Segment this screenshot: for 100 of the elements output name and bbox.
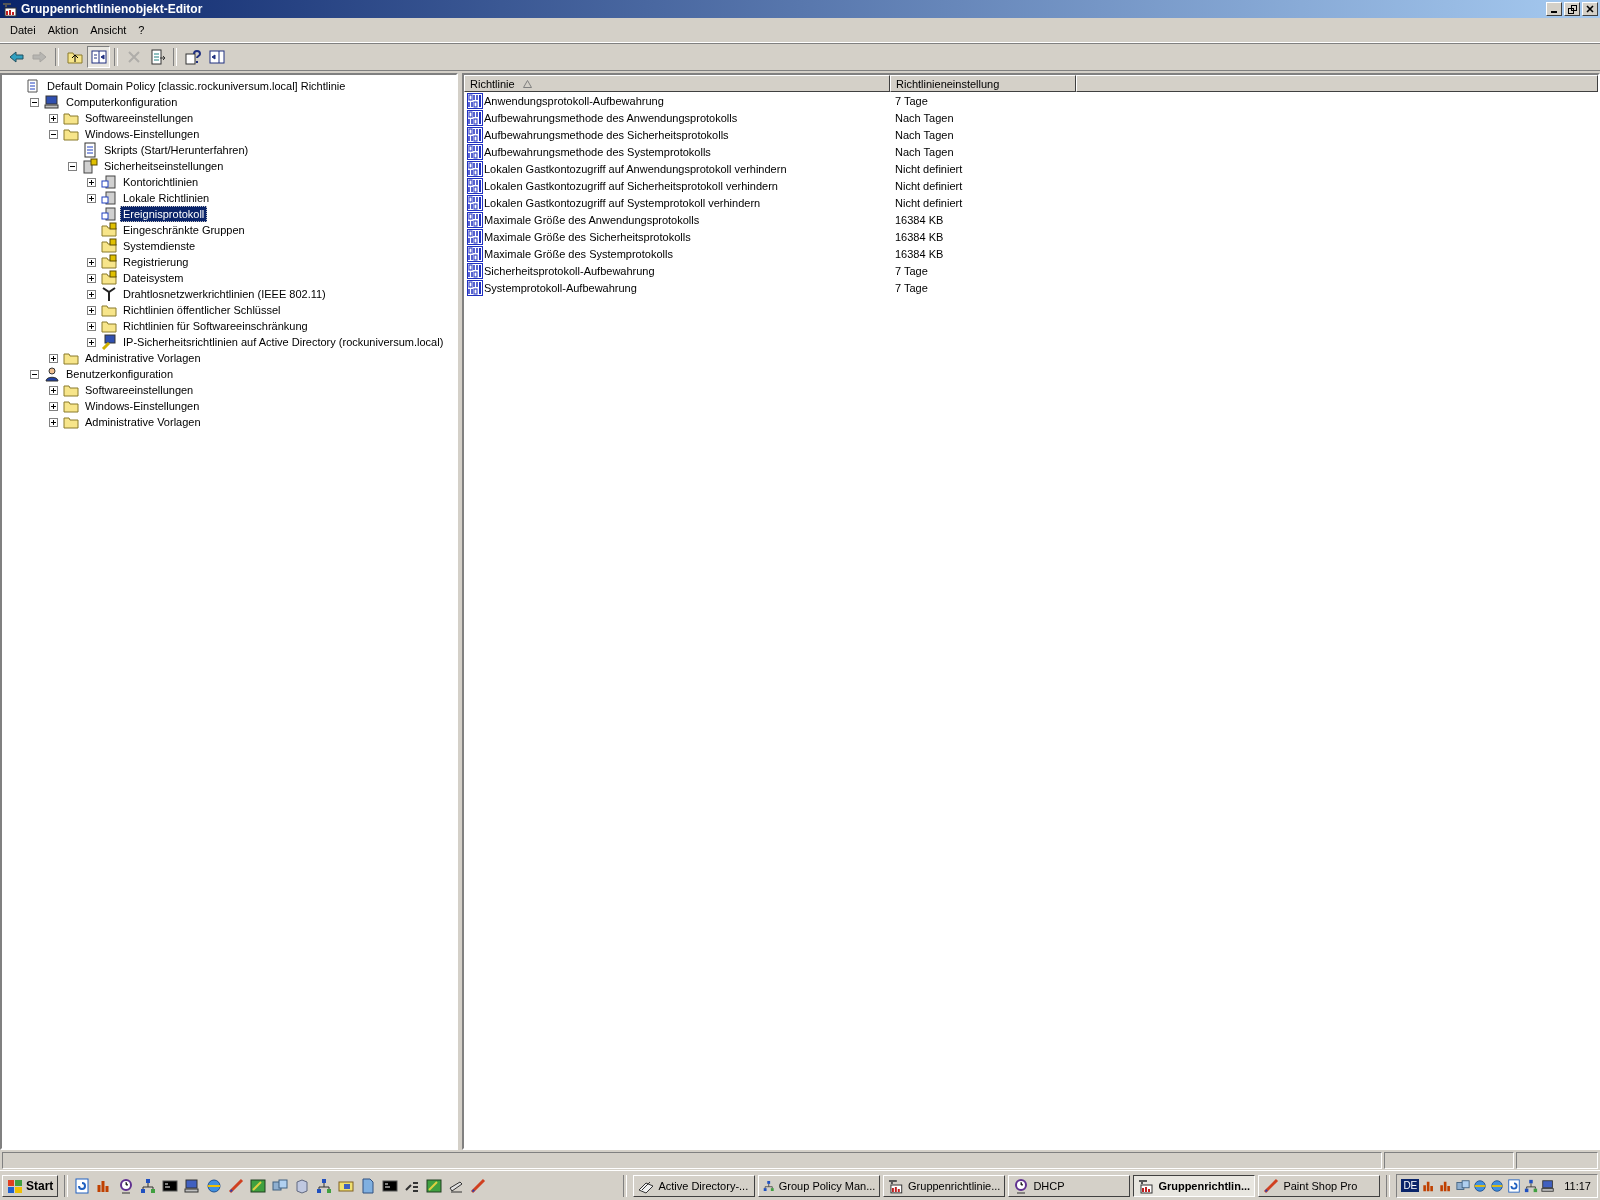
computer-icon[interactable] [184,1177,201,1194]
brush-icon[interactable] [228,1177,245,1194]
expand-box[interactable] [87,337,96,347]
policy-name[interactable]: Aufbewahrungsmethode des Anwendungsprotokolls [484,111,738,124]
console-icon[interactable] [162,1177,179,1194]
expand-box[interactable] [87,321,96,331]
column-header[interactable]: Richtlinie [464,75,890,92]
network-icon[interactable] [1524,1178,1539,1193]
scroll-icon [25,78,41,94]
minimize-button[interactable] [1546,2,1562,16]
document-icon[interactable] [360,1177,377,1194]
close-icon [1586,5,1594,13]
expand-box[interactable] [49,353,58,363]
server-lock-icon [82,158,98,174]
expand-box[interactable] [49,417,58,427]
menu-item[interactable]: Datei [4,22,42,38]
policy-name[interactable]: Sicherheitsprotokoll-Aufbewahrung [484,264,655,277]
clock: 11:17 [1564,1179,1591,1192]
close-button[interactable] [1582,2,1598,16]
policy-name[interactable]: Aufbewahrungsmethode des Systemprotokolls [484,145,711,158]
collapse-box[interactable] [68,161,77,171]
antenna-icon [101,286,117,302]
expand-box[interactable] [87,289,96,299]
binary-policy-icon [467,143,483,160]
globe-icon[interactable] [1473,1178,1488,1193]
tree-item[interactable]: Lokale Richtlinien [120,190,213,206]
column-header[interactable]: Richtlinieneinstellung [890,75,1076,92]
start-button[interactable]: Start [2,1174,59,1197]
tree-item[interactable]: Richtlinien für Softwareeinschränkung [120,318,311,334]
menu-item[interactable]: ? [132,22,151,38]
expand-box[interactable] [87,177,96,187]
console-icon[interactable] [382,1177,399,1194]
expand-box[interactable] [49,385,58,395]
tree-item[interactable]: Windows-Einstellungen [82,126,203,142]
tree-item[interactable]: Richtlinien öffentlicher Schlüssel [120,302,284,318]
tree-item[interactable]: Systemdienste [120,238,199,254]
tree-item[interactable]: Softwareeinstellungen [82,110,197,126]
expand-box[interactable] [87,273,96,283]
refresh-icon[interactable] [1507,1178,1522,1193]
globe-icon[interactable] [206,1177,223,1194]
policy-name[interactable]: Lokalen Gastkontozugriff auf Systemprotokoll verhindern [484,196,761,209]
expand-box[interactable] [49,401,58,411]
taskbar-button[interactable]: Paint Shop Pro [1258,1174,1381,1197]
expand-box[interactable] [87,193,96,203]
tree-item[interactable]: Default Domain Policy [classic.rockuniversum.local] Richtlinie [44,78,349,94]
split-pane-icon [90,49,107,65]
tree-item[interactable]: Administrative Vorlagen [82,350,204,366]
collapse-box[interactable] [30,97,39,107]
policy-name[interactable]: Anwendungsprotokoll-Aufbewahrung [484,94,664,107]
menu-item[interactable]: Aktion [41,22,85,38]
tree-item[interactable]: Skripts (Start/Herunterfahren) [101,142,252,158]
refresh-icon[interactable] [74,1177,91,1194]
tree-item[interactable]: IP-Sicherheitsrichtlinien auf Active Directory (rockuniversum.local) [120,334,447,350]
collapse-box[interactable] [49,129,58,139]
tree-item[interactable]: Dateisystem [120,270,187,286]
tree-item[interactable]: Kontorichtlinien [120,174,202,190]
folder-icon [101,302,117,318]
taskbar-button[interactable]: Group Policy Man... [758,1174,881,1197]
taskbar-button[interactable]: Gruppenrichtlinie... [883,1174,1006,1197]
tree-item[interactable]: Eingeschränkte Gruppen [120,222,248,238]
split-pane-button[interactable] [87,46,110,68]
restore-button[interactable] [1564,2,1580,16]
tree-item[interactable]: Benutzerkonfiguration [63,366,176,382]
tree-item[interactable]: Ereignisprotokoll [120,206,208,222]
image-icon[interactable] [426,1177,443,1194]
taskbar-button[interactable]: Gruppenrichtlin... [1133,1174,1256,1197]
tree-item[interactable]: Sicherheitseinstellungen [101,158,227,174]
taskbar-button[interactable]: DHCP [1008,1174,1131,1197]
computer-icon[interactable] [1541,1178,1556,1193]
tree-item[interactable]: Drahtlosnetzwerkrichtlinien (IEEE 802.11) [120,286,329,302]
expand-box[interactable] [87,305,96,315]
policy-name[interactable]: Systemprotokoll-Aufbewahrung [484,281,637,294]
taskbar-button[interactable]: Active Directory-... [633,1174,756,1197]
back-arrow-icon [7,49,24,65]
policy-name[interactable]: Lokalen Gastkontozugriff auf Sicherheitsprotokoll verhindern [484,179,778,192]
cube-icon[interactable] [294,1177,311,1194]
policy-name[interactable]: Maximale Größe des Anwendungsprotokolls [484,213,700,226]
tree-item[interactable]: Administrative Vorlagen [82,414,204,430]
policy-name[interactable]: Aufbewahrungsmethode des Sicherheitsprotokolls [484,128,729,141]
landscape-image-icon[interactable] [250,1177,267,1194]
language-indicator[interactable]: DE [1401,1179,1420,1192]
policy-name[interactable]: Lokalen Gastkontozugriff auf Anwendungsprotokoll verhindern [484,162,787,175]
tree-item[interactable]: Softwareeinstellungen [82,382,197,398]
network-icon[interactable] [140,1177,157,1194]
policy-name[interactable]: Maximale Größe des Systemprotokolls [484,247,673,260]
windows-icon[interactable] [272,1177,289,1194]
collapse-box[interactable] [30,369,39,379]
tree-item[interactable]: Computerkonfiguration [63,94,181,110]
globe-icon[interactable] [1490,1178,1505,1193]
expand-box[interactable] [87,257,96,267]
pen-icon[interactable] [470,1177,487,1194]
clock-monitor-icon[interactable] [118,1177,135,1194]
tree-icon[interactable] [316,1177,333,1194]
menu-item[interactable]: Ansicht [84,22,133,38]
tree-item[interactable]: Windows-Einstellungen [82,398,203,414]
policy-name[interactable]: Maximale Größe des Sicherheitsprotokolls [484,230,691,243]
tree-item[interactable]: Registrierung [120,254,192,270]
policy-setting: 16384 KB [894,247,944,260]
windows-icon[interactable] [1456,1178,1471,1193]
expand-box[interactable] [49,113,58,123]
